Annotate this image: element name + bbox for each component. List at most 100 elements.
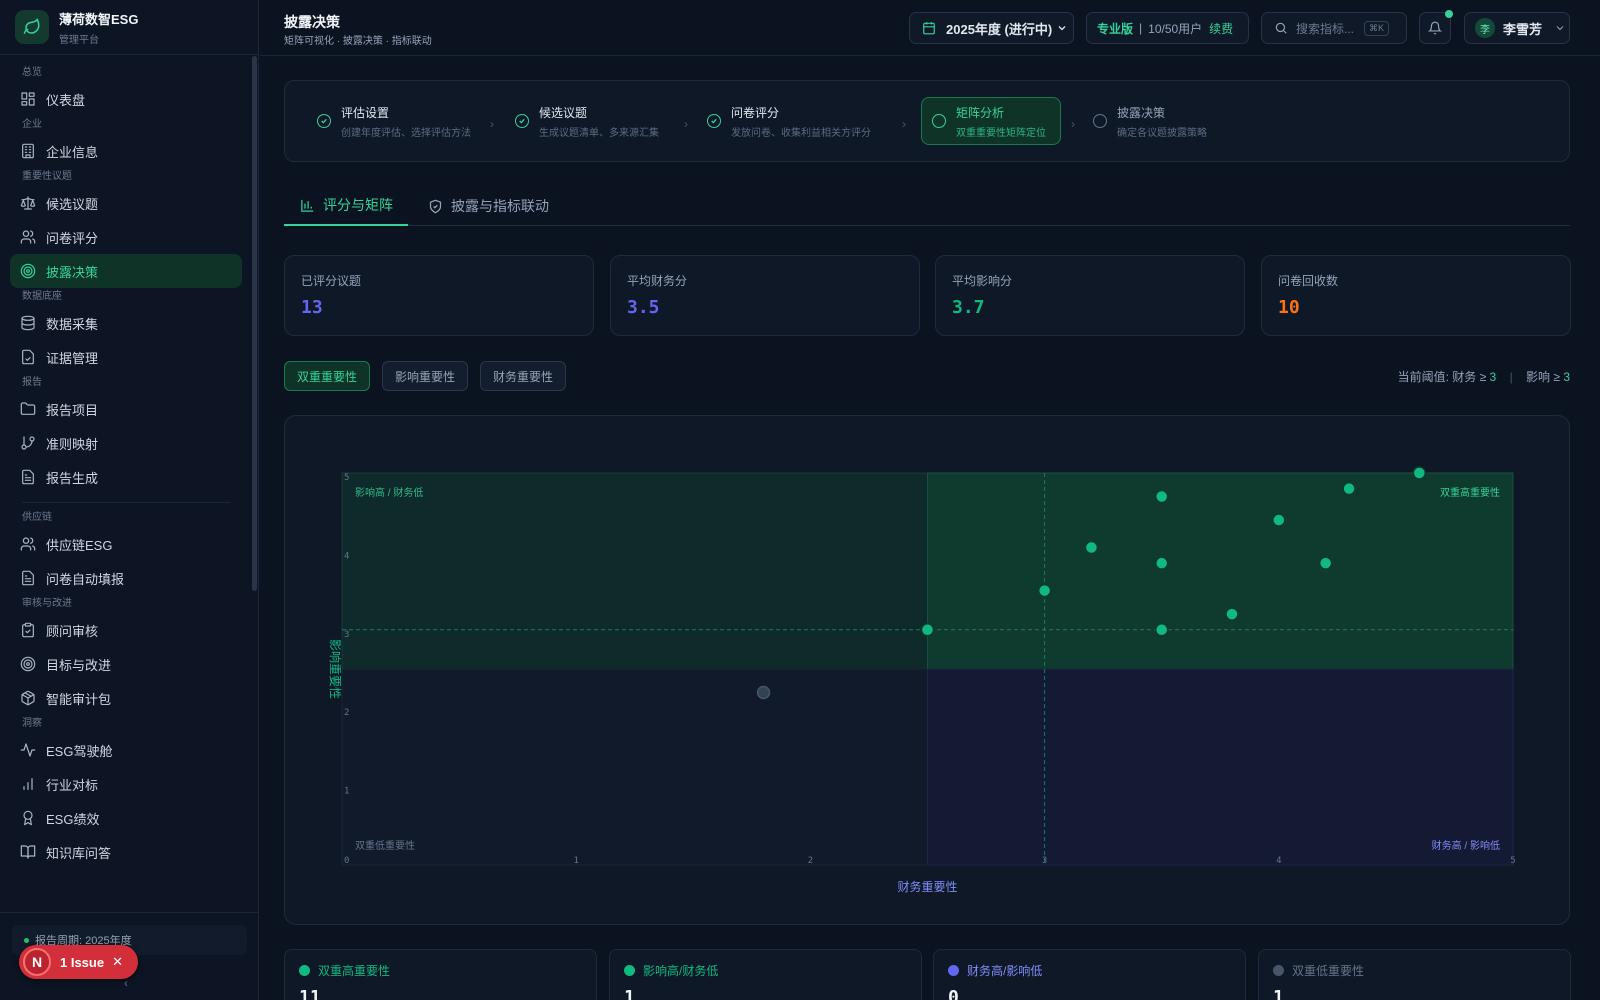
search-shortcut: ⌘K <box>1364 20 1390 36</box>
notification-button[interactable] <box>1419 10 1453 44</box>
stat-value: 3.5 <box>627 297 660 318</box>
sidebar-item-label: 顾问审核 <box>46 623 99 639</box>
sidebar-scrollbar[interactable] <box>252 56 257 591</box>
sidebar-item[interactable]: 报告生成 <box>10 460 242 494</box>
sidebar-item-label: 智能审计包 <box>46 691 112 707</box>
sidebar-item[interactable]: 证据管理 <box>10 340 242 374</box>
sidebar-item-label: 目标与改进 <box>46 657 112 673</box>
target-icon <box>20 656 36 672</box>
step-3[interactable]: 问卷评分 发放问卷、收集利益相关方评分 <box>697 97 877 145</box>
data-point <box>1342 481 1356 496</box>
sidebar-item-label: 仪表盘 <box>46 92 86 108</box>
building-icon <box>20 143 36 159</box>
y-tick-label: 1 <box>344 787 349 797</box>
file-text-icon <box>20 469 36 485</box>
filter-double-materiality[interactable]: 双重重要性 <box>284 361 371 391</box>
sidebar-item-label: 证据管理 <box>46 350 99 366</box>
sidebar-item[interactable]: ESG绩效 <box>10 801 242 835</box>
sidebar-item[interactable]: 问卷自动填报 <box>10 561 242 595</box>
tab-score-matrix[interactable]: 评分与矩阵 <box>284 186 408 226</box>
award-icon <box>20 810 36 826</box>
sidebar-item[interactable]: 仪表盘 <box>10 82 242 116</box>
clipboard-check-icon <box>20 622 36 638</box>
category-label: 财务高/影响低 <box>967 964 1043 978</box>
y-tick-label: 3 <box>344 630 349 640</box>
sidebar-item[interactable]: 报告项目 <box>10 392 242 426</box>
sidebar-item[interactable]: 行业对标 <box>10 767 242 801</box>
step-4[interactable]: 矩阵分析 双重重要性矩阵定位 <box>921 97 1061 145</box>
materiality-matrix-chart: 0 1 2 3 4 5 1 2 3 4 5 影响高 / 财务低 双重高重要性双重低重要性 财务高 / 影响… <box>328 466 1516 894</box>
sidebar-item-label: 报告生成 <box>46 470 99 486</box>
plan-separator: | <box>1139 21 1143 35</box>
nav-divider <box>22 502 230 503</box>
step-1[interactable]: 评估设置 创建年度评估、选择评估方法 <box>307 97 497 145</box>
stat-card-avg-financial: 平均财务分 3.5 <box>610 255 920 336</box>
nav-group-label: 审核与改进 <box>22 598 72 609</box>
sidebar-item[interactable]: ESG驾驶舱 <box>10 733 242 767</box>
chevron-down-icon <box>1056 22 1068 34</box>
step-desc: 发放问卷、收集利益相关方评分 <box>731 127 871 139</box>
stat-card-survey-count: 问卷回收数 10 <box>1261 255 1571 336</box>
nav-group-label: 洞察 <box>22 718 42 729</box>
x-tick-label: 4 <box>1276 856 1281 866</box>
x-tick-label: 0 <box>344 856 349 866</box>
page-title: 披露决策 <box>284 14 340 30</box>
stat-value: 3.7 <box>952 297 985 318</box>
sidebar-item[interactable]: 候选议题 <box>10 186 242 220</box>
database-icon <box>20 315 36 331</box>
data-point <box>1318 556 1333 570</box>
sidebar-item[interactable]: 智能审计包 <box>10 681 242 715</box>
users-icon <box>20 536 36 552</box>
bell-icon <box>1428 21 1442 35</box>
nav-group-label: 供应链 <box>22 512 52 523</box>
tab-bar: 评分与矩阵 披露与指标联动 <box>284 186 1570 226</box>
sidebar-item[interactable]: 准则映射 <box>10 426 242 460</box>
step-desc: 双重重要性矩阵定位 <box>956 127 1046 139</box>
step-2[interactable]: 候选议题 生成议题清单、多来源汇集 <box>505 97 675 145</box>
sidebar-item[interactable]: 披露决策 <box>10 254 242 288</box>
data-point <box>1154 556 1169 570</box>
tab-disclosure-link[interactable]: 披露与指标联动 <box>428 186 549 226</box>
sidebar-item[interactable]: 供应链ESG <box>10 527 242 561</box>
chevron-right-icon: › <box>1071 117 1075 131</box>
data-point <box>1154 623 1169 637</box>
sidebar-item-label: 知识库问答 <box>46 845 112 861</box>
nav-group-label: 企业 <box>22 119 42 130</box>
user-menu[interactable]: 李 李雪芳 <box>1464 12 1570 44</box>
sidebar-item[interactable]: 目标与改进 <box>10 647 242 681</box>
sidebar-item[interactable]: 问卷评分 <box>10 220 242 254</box>
plan-badge: 专业版 | 10/50用户 续费 <box>1086 12 1249 44</box>
sidebar-item[interactable]: 顾问审核 <box>10 613 242 647</box>
x-tick-label: 1 <box>573 856 578 866</box>
header: 披露决策 矩阵可视化 · 披露决策 · 指标联动 2025年度 (进行中) 专业… <box>260 0 1600 56</box>
stat-label: 问卷回收数 <box>1278 274 1339 288</box>
scale-icon <box>20 195 36 211</box>
step-5[interactable]: 披露决策 确定各议题披露策略 <box>1083 97 1243 145</box>
filter-impact-materiality[interactable]: 影响重要性 <box>382 361 469 391</box>
year-selector[interactable]: 2025年度 (进行中) <box>909 12 1074 44</box>
chevron-right-icon: › <box>902 117 906 131</box>
sidebar-item[interactable]: 企业信息 <box>10 134 242 168</box>
tab-label: 披露与指标联动 <box>451 198 549 214</box>
issue-logo: N <box>23 948 51 976</box>
bar-chart-icon <box>300 198 315 213</box>
sidebar-item[interactable]: 数据采集 <box>10 306 242 340</box>
data-point <box>1154 489 1169 504</box>
data-point <box>1412 466 1427 480</box>
check-circle-icon <box>707 114 721 128</box>
stepper: 评估设置 创建年度评估、选择评估方法 候选议题 生成议题清单、多来源汇集 问卷评分 发放问… <box>284 80 1570 162</box>
category-label: 影响高/财务低 <box>643 964 719 978</box>
close-icon[interactable]: ✕ <box>112 954 123 970</box>
search-input[interactable]: 搜索指标... ⌘K <box>1261 12 1407 44</box>
check-circle-icon <box>317 114 331 128</box>
y-axis-label: 影响重要性 <box>328 639 343 699</box>
sidebar-item[interactable]: 知识库问答 <box>10 835 242 869</box>
grid-icon <box>20 91 36 107</box>
renew-link[interactable]: 续费 <box>1209 20 1233 37</box>
check-circle-icon <box>515 114 529 128</box>
category-count: 1 <box>1273 987 1284 1000</box>
filter-financial-materiality[interactable]: 财务重要性 <box>480 361 567 391</box>
issue-badge[interactable]: N 1 Issue ✕ <box>19 945 138 979</box>
threshold-financial-label: 当前阈值: 财务 ≥ <box>1397 370 1487 384</box>
brand-sub: 管理平台 <box>59 34 99 46</box>
